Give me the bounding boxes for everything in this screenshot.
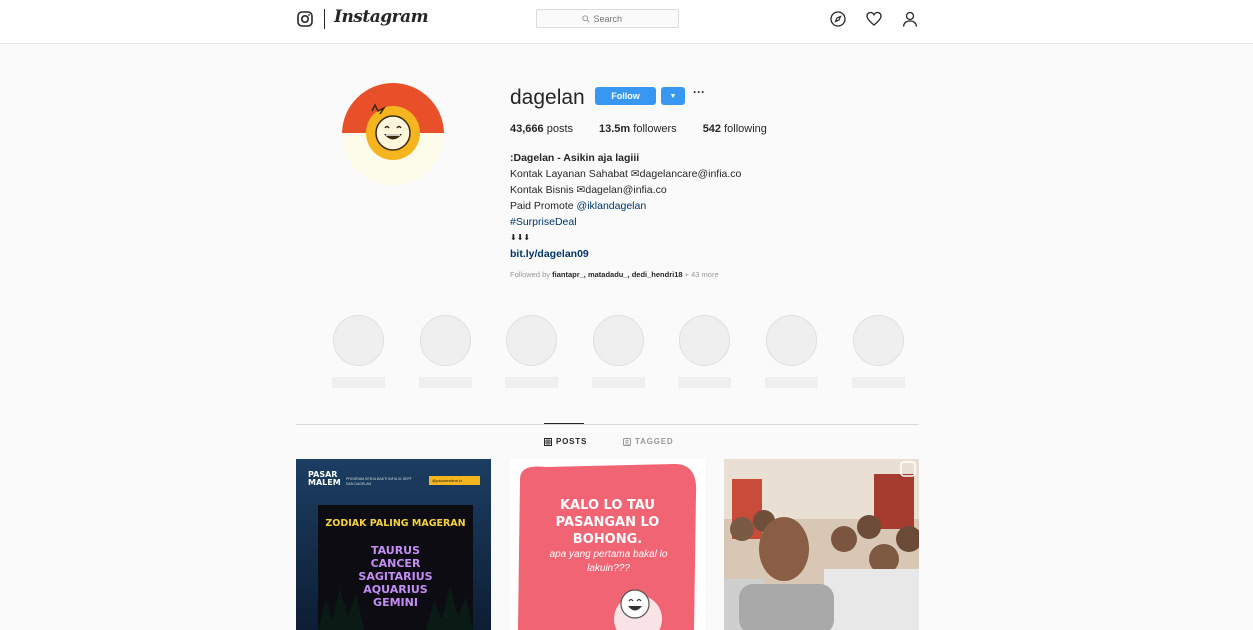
post-image-video-group <box>724 459 919 630</box>
hashtag-link[interactable]: #SurpriseDeal <box>510 214 910 230</box>
more-options-button[interactable]: ··· <box>693 86 709 102</box>
tabs-divider <box>296 424 919 425</box>
instagram-camera-icon[interactable] <box>297 11 313 27</box>
post-headline: KALO LO TAU PASANGAN LO BOHONG. <box>555 498 660 547</box>
tab-tagged[interactable]: TAGGED <box>623 437 673 446</box>
bio-name: :Dagelan - Asikin aja lagiii <box>510 152 640 164</box>
tab-posts[interactable]: POSTS <box>544 437 587 446</box>
post-small-text: PROGRAM KERJA BAKTI INFIA 31 SEPT DAN DA… <box>346 477 412 486</box>
tag-user-icon <box>623 437 631 446</box>
user-icon[interactable] <box>902 11 918 27</box>
story-highlight-placeholder <box>419 315 472 388</box>
dagelan-logo-image <box>342 83 444 185</box>
post-subtext: apa yang pertama bakal lo lakuin??? <box>549 549 668 574</box>
profile-avatar[interactable] <box>342 83 444 185</box>
top-nav-bar: Instagram <box>0 0 1253 44</box>
bio-line-business: Kontak Bisnis ✉dagelan@infia.co <box>510 184 667 196</box>
post-tag: @pasarmalem.tv <box>429 476 480 485</box>
story-highlight-placeholder <box>505 315 558 388</box>
profile-stats: 43,666 posts 13.5m followers 542 followi… <box>510 123 767 135</box>
search-box[interactable] <box>536 9 679 28</box>
post-thumbnail[interactable]: KALO LO TAU PASANGAN LO BOHONG. apa yang… <box>510 459 705 630</box>
website-link[interactable]: bit.ly/dagelan09 <box>510 246 910 262</box>
story-highlight-placeholder <box>678 315 731 388</box>
arrows-emoji: ⬇⬇⬇ <box>510 233 531 242</box>
bio-line-promote: Paid Promote @iklandagelan <box>510 200 647 212</box>
grid-icon <box>544 437 552 446</box>
pasar-malem-logo: PASAR MALEM <box>308 470 341 487</box>
search-icon <box>581 14 590 23</box>
search-input[interactable] <box>593 13 634 24</box>
profile-bio: :Dagelan - Asikin aja lagiii Kontak Laya… <box>510 150 910 262</box>
story-highlight-placeholder <box>332 315 385 388</box>
active-tab-indicator <box>544 423 584 424</box>
suggestions-dropdown-button[interactable]: ▼ <box>661 87 685 105</box>
posts-count: 43,666 posts <box>510 123 574 135</box>
follow-button[interactable]: Follow <box>595 87 656 105</box>
story-highlight-placeholder <box>592 315 645 388</box>
envelope-icon: ✉ <box>630 168 640 180</box>
post-thumbnail[interactable]: PASAR MALEM PROGRAM KERJA BAKTI INFIA 31… <box>296 459 491 630</box>
following-count[interactable]: 542 following <box>703 123 767 135</box>
story-highlight-placeholder <box>852 315 905 388</box>
followed-by-text[interactable]: Followed by fiantapr_, matadadu_, dedi_h… <box>510 270 719 279</box>
compass-icon[interactable] <box>830 11 846 27</box>
zodiac-list: TAURUS CANCER SAGITARIUS AQUARIUS GEMINI <box>358 544 433 609</box>
mention-link[interactable]: @iklandagelan <box>577 200 647 212</box>
heart-icon[interactable] <box>866 11 882 27</box>
bio-line-care: Kontak Layanan Sahabat ✉dagelancare@infi… <box>510 168 742 180</box>
followers-count[interactable]: 13.5m followers <box>599 123 677 135</box>
post-title: ZODIAK PALING MAGERAN <box>325 518 466 529</box>
profile-username: dagelan <box>510 86 585 109</box>
instagram-wordmark[interactable]: Instagram <box>334 7 429 27</box>
logo-divider <box>324 9 325 29</box>
post-thumbnail[interactable] <box>724 459 919 630</box>
story-highlight-placeholder <box>765 315 818 388</box>
